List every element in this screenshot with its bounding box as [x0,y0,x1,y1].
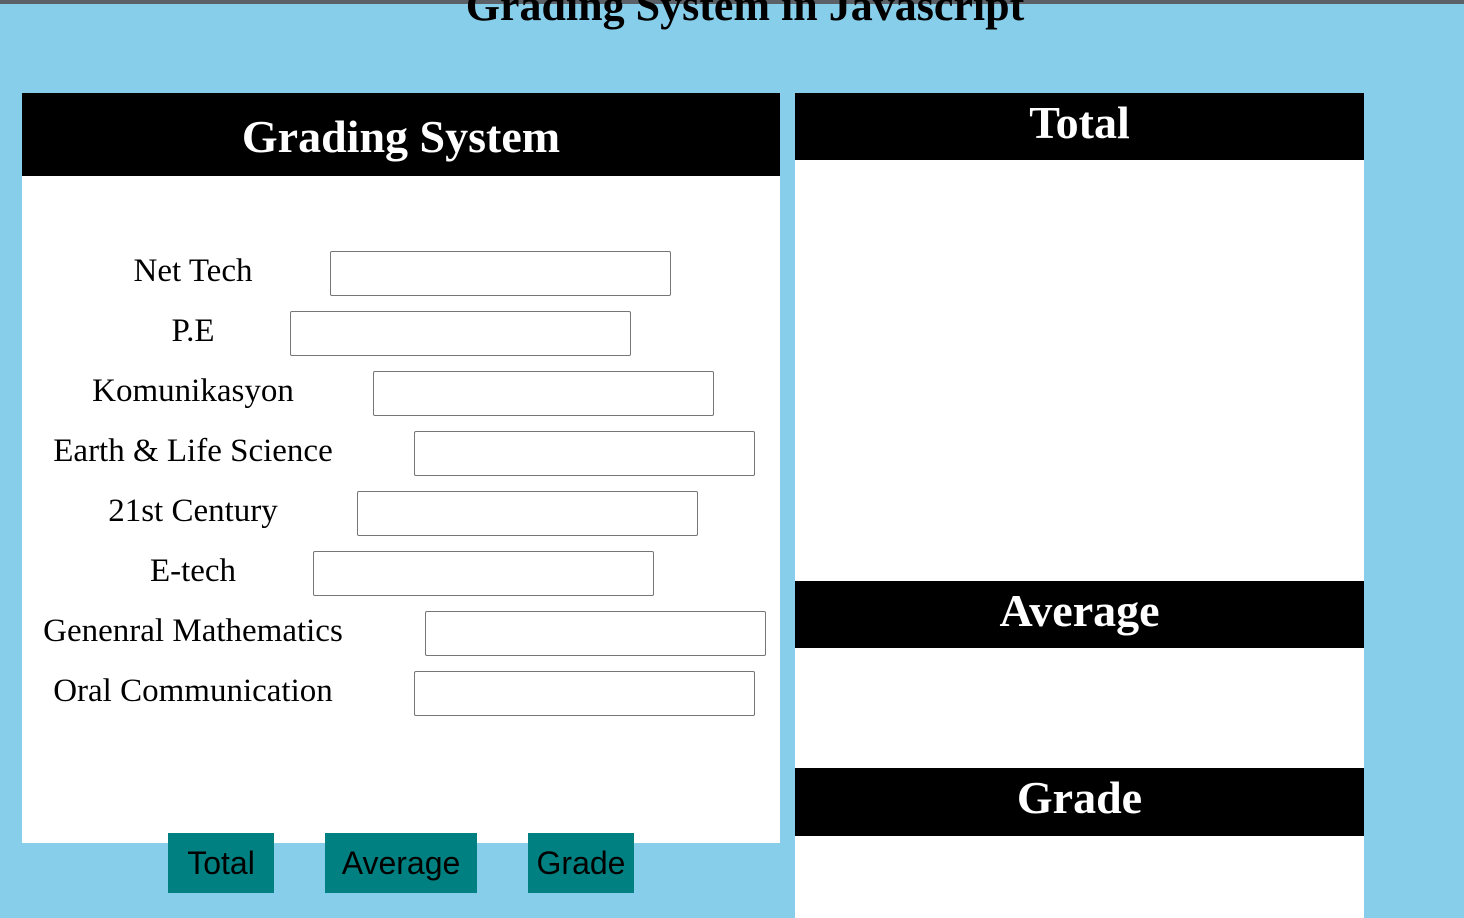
komunikasyon-input[interactable] [373,371,714,416]
general-mathematics-input[interactable] [425,611,766,656]
page-title: Grading System in Javascript [465,0,1025,30]
grade-output [795,836,1364,918]
grade-button[interactable]: Grade [528,833,634,893]
grade-header: Grade [795,768,1364,836]
total-button[interactable]: Total [168,833,274,893]
total-header: Total [795,93,1364,160]
subject-label: Komunikasyon [92,373,294,409]
net-tech-input[interactable] [330,251,671,296]
subject-label: Earth & Life Science [53,433,333,469]
subject-label: Oral Communication [53,673,333,709]
pe-input[interactable] [290,311,631,356]
total-output [795,160,1364,581]
e-tech-input[interactable] [313,551,654,596]
oral-communication-input[interactable] [414,671,755,716]
21st-century-input[interactable] [357,491,698,536]
form-header: Grading System [22,93,780,176]
subject-label: Net Tech [133,253,253,289]
grading-form-panel: Grading System Net Tech P.E Komunikasyon… [22,93,780,843]
average-button[interactable]: Average [325,833,477,893]
average-output [795,648,1364,768]
earth-life-science-input[interactable] [414,431,755,476]
subject-label: 21st Century [108,493,278,529]
average-header: Average [795,581,1364,648]
subject-label: Genenral Mathematics [43,613,343,649]
results-panel: Total Average Grade [795,93,1364,918]
